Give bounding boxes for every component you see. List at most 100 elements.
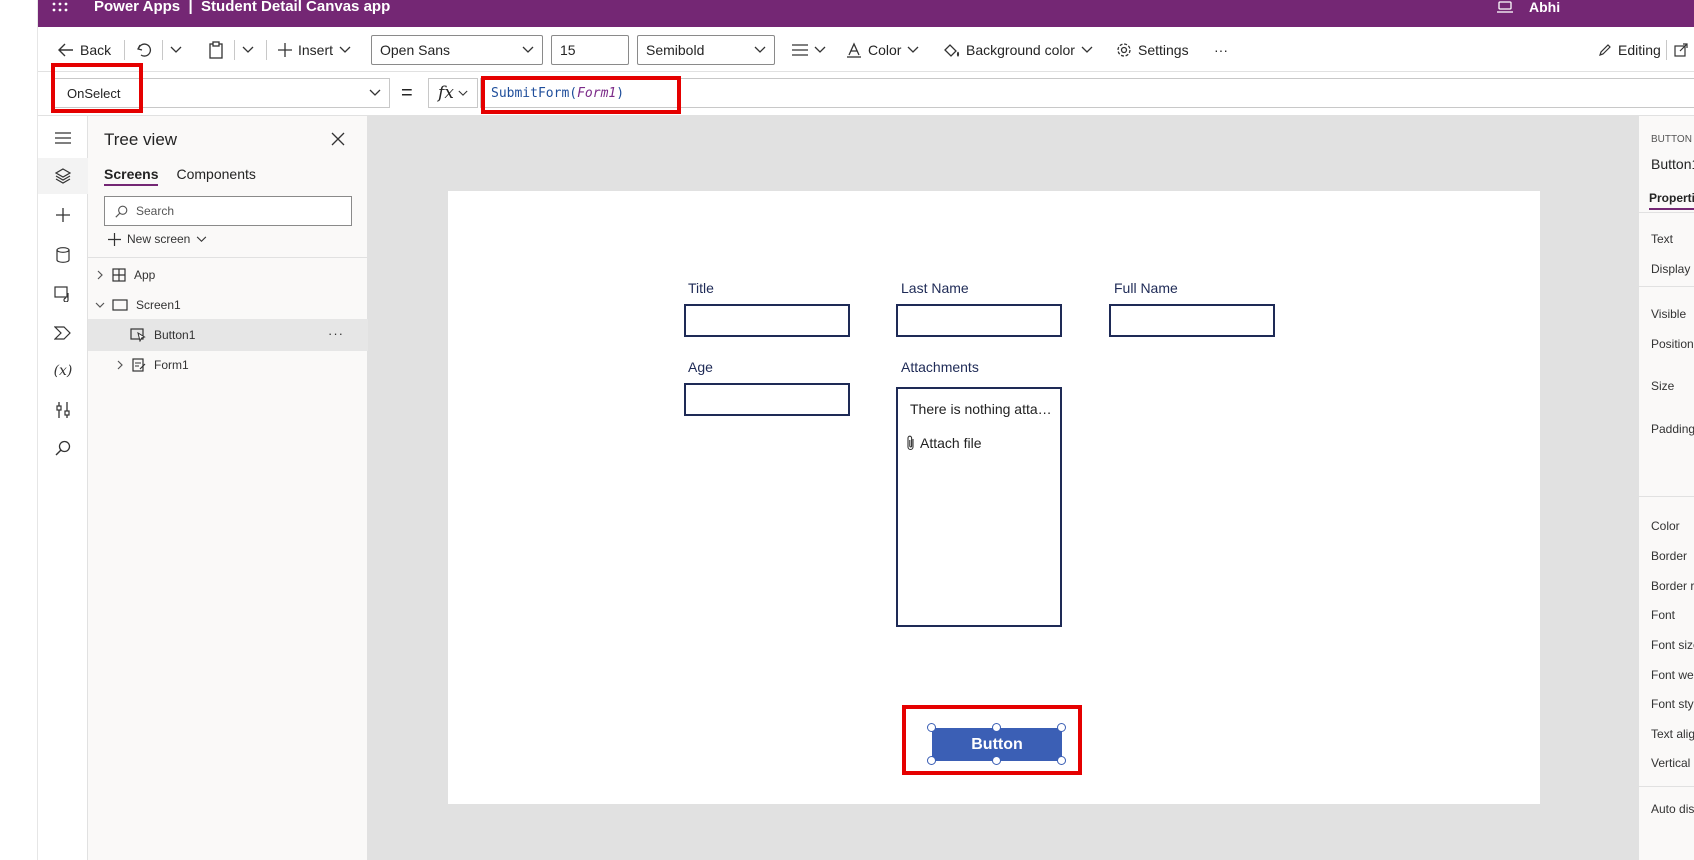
font-size-input[interactable]: 15 bbox=[551, 35, 629, 65]
control-name: Button1 bbox=[1651, 156, 1694, 172]
attachments-control[interactable]: There is nothing attached. Attach file bbox=[896, 387, 1062, 627]
command-bar: Back Insert Open Sans 15 Semibold Color bbox=[38, 27, 1694, 72]
tree-node-app[interactable]: App bbox=[88, 259, 368, 291]
chevron-down-icon bbox=[369, 89, 381, 96]
prop-visible: Visible bbox=[1651, 307, 1687, 321]
more-commands-button[interactable]: ··· bbox=[1214, 27, 1228, 72]
color-button[interactable]: Color bbox=[846, 27, 919, 72]
tab-screens[interactable]: Screens bbox=[104, 166, 159, 186]
tree-node-form1[interactable]: Form1 bbox=[88, 349, 368, 381]
font-weight-value: Semibold bbox=[646, 42, 705, 58]
paint-bucket-icon bbox=[944, 43, 960, 57]
resize-handle[interactable] bbox=[1057, 723, 1066, 732]
formula-argument: Form1 bbox=[577, 85, 617, 101]
background-color-label: Background color bbox=[966, 41, 1075, 58]
field-label-age: Age bbox=[688, 359, 713, 375]
background-color-button[interactable]: Background color bbox=[942, 27, 1093, 72]
back-button[interactable]: Back bbox=[58, 27, 111, 72]
age-input[interactable] bbox=[684, 383, 850, 416]
more-label: ··· bbox=[1214, 41, 1228, 58]
media-icon[interactable] bbox=[38, 276, 88, 312]
search-icon[interactable] bbox=[38, 430, 88, 466]
share-icon bbox=[1674, 42, 1688, 57]
last-name-input[interactable] bbox=[896, 304, 1062, 337]
prop-font-size: Font size bbox=[1651, 638, 1694, 652]
field-label-title: Title bbox=[688, 280, 714, 296]
variables-icon[interactable]: (x) bbox=[38, 353, 88, 389]
power-automate-icon[interactable] bbox=[38, 315, 88, 351]
new-screen-button[interactable]: New screen bbox=[108, 232, 207, 246]
environment-icon[interactable] bbox=[1497, 1, 1513, 13]
field-label-full-name: Full Name bbox=[1114, 280, 1178, 296]
share-button[interactable] bbox=[1674, 27, 1688, 72]
node-more-button[interactable]: ··· bbox=[328, 326, 344, 341]
control-type: BUTTON bbox=[1651, 134, 1692, 145]
chevron-right-icon[interactable] bbox=[94, 270, 106, 280]
undo-button[interactable] bbox=[136, 27, 152, 72]
settings-button[interactable]: Settings bbox=[1116, 27, 1189, 72]
left-rail: (x) bbox=[38, 116, 88, 860]
insert-icon[interactable] bbox=[38, 197, 88, 233]
prop-font: Font bbox=[1651, 608, 1676, 622]
plus-icon bbox=[108, 232, 121, 246]
user-area[interactable]: Abhi bbox=[1497, 0, 1560, 15]
tab-components[interactable]: Components bbox=[176, 166, 255, 186]
prop-padding: Padding bbox=[1651, 422, 1694, 436]
tree-view-icon[interactable] bbox=[38, 158, 88, 194]
paste-icon bbox=[209, 40, 223, 59]
formula-close-paren: ) bbox=[616, 85, 625, 101]
tree-view-title: Tree view bbox=[104, 130, 178, 149]
chevron-down-icon bbox=[754, 46, 766, 53]
resize-handle[interactable] bbox=[992, 756, 1001, 765]
chevron-down-icon bbox=[522, 46, 534, 53]
property-value: OnSelect bbox=[67, 85, 121, 101]
font-family-select[interactable]: Open Sans bbox=[371, 35, 543, 65]
tree-search-input[interactable]: Search bbox=[104, 196, 352, 226]
resize-handle[interactable] bbox=[927, 756, 936, 765]
equals-sign: = bbox=[401, 82, 413, 104]
font-weight-select[interactable]: Semibold bbox=[637, 35, 775, 65]
formula-input[interactable]: SubmitForm(Form1) bbox=[480, 78, 1694, 108]
gear-icon bbox=[1117, 42, 1131, 57]
fx-icon: fx bbox=[438, 83, 454, 103]
fx-button[interactable]: fx bbox=[428, 78, 478, 108]
button1-selection: Button bbox=[927, 723, 1066, 765]
paste-dropdown[interactable] bbox=[242, 27, 254, 72]
title-input[interactable] bbox=[684, 304, 850, 337]
tree-node-label: App bbox=[134, 268, 156, 282]
full-name-input[interactable] bbox=[1109, 304, 1275, 337]
close-icon[interactable] bbox=[331, 132, 345, 146]
back-label: Back bbox=[80, 41, 112, 58]
attach-file-link[interactable]: Attach file bbox=[906, 435, 981, 451]
app-screen[interactable]: Title Last Name Full Name Age Attachment… bbox=[448, 191, 1540, 804]
tab-properties[interactable]: Properties bbox=[1649, 191, 1694, 210]
chevron-right-icon[interactable] bbox=[114, 360, 126, 370]
tree-node-screen1[interactable]: Screen1 bbox=[88, 289, 368, 321]
insert-button[interactable]: Insert bbox=[278, 27, 351, 72]
align-icon bbox=[792, 43, 808, 56]
button-control-icon bbox=[130, 328, 146, 342]
back-arrow-icon bbox=[58, 43, 73, 56]
resize-handle[interactable] bbox=[992, 723, 1001, 732]
editing-button[interactable]: Editing bbox=[1598, 27, 1661, 72]
paste-button[interactable] bbox=[208, 27, 224, 72]
resize-handle[interactable] bbox=[1057, 756, 1066, 765]
property-select[interactable]: OnSelect bbox=[54, 78, 390, 108]
undo-dropdown[interactable] bbox=[170, 27, 182, 72]
chevron-down-icon bbox=[242, 46, 254, 53]
resize-handle[interactable] bbox=[927, 723, 936, 732]
field-label-attachments: Attachments bbox=[901, 359, 979, 375]
app-launcher-icon[interactable] bbox=[52, 2, 68, 12]
data-icon[interactable] bbox=[38, 237, 88, 273]
tree-node-button1[interactable]: Button1 ··· bbox=[88, 319, 368, 351]
formula-function: SubmitForm( bbox=[491, 85, 578, 101]
advanced-tools-icon[interactable] bbox=[38, 392, 88, 428]
tree-node-label: Screen1 bbox=[136, 298, 181, 312]
tree-view-panel: Tree view Screens Components Search New … bbox=[88, 116, 368, 860]
chevron-down-icon[interactable] bbox=[94, 302, 106, 308]
editing-label: Editing bbox=[1618, 41, 1661, 58]
search-icon bbox=[115, 205, 128, 218]
settings-label: Settings bbox=[1138, 41, 1189, 58]
menu-icon[interactable] bbox=[38, 120, 88, 156]
text-align-button[interactable] bbox=[792, 27, 826, 72]
